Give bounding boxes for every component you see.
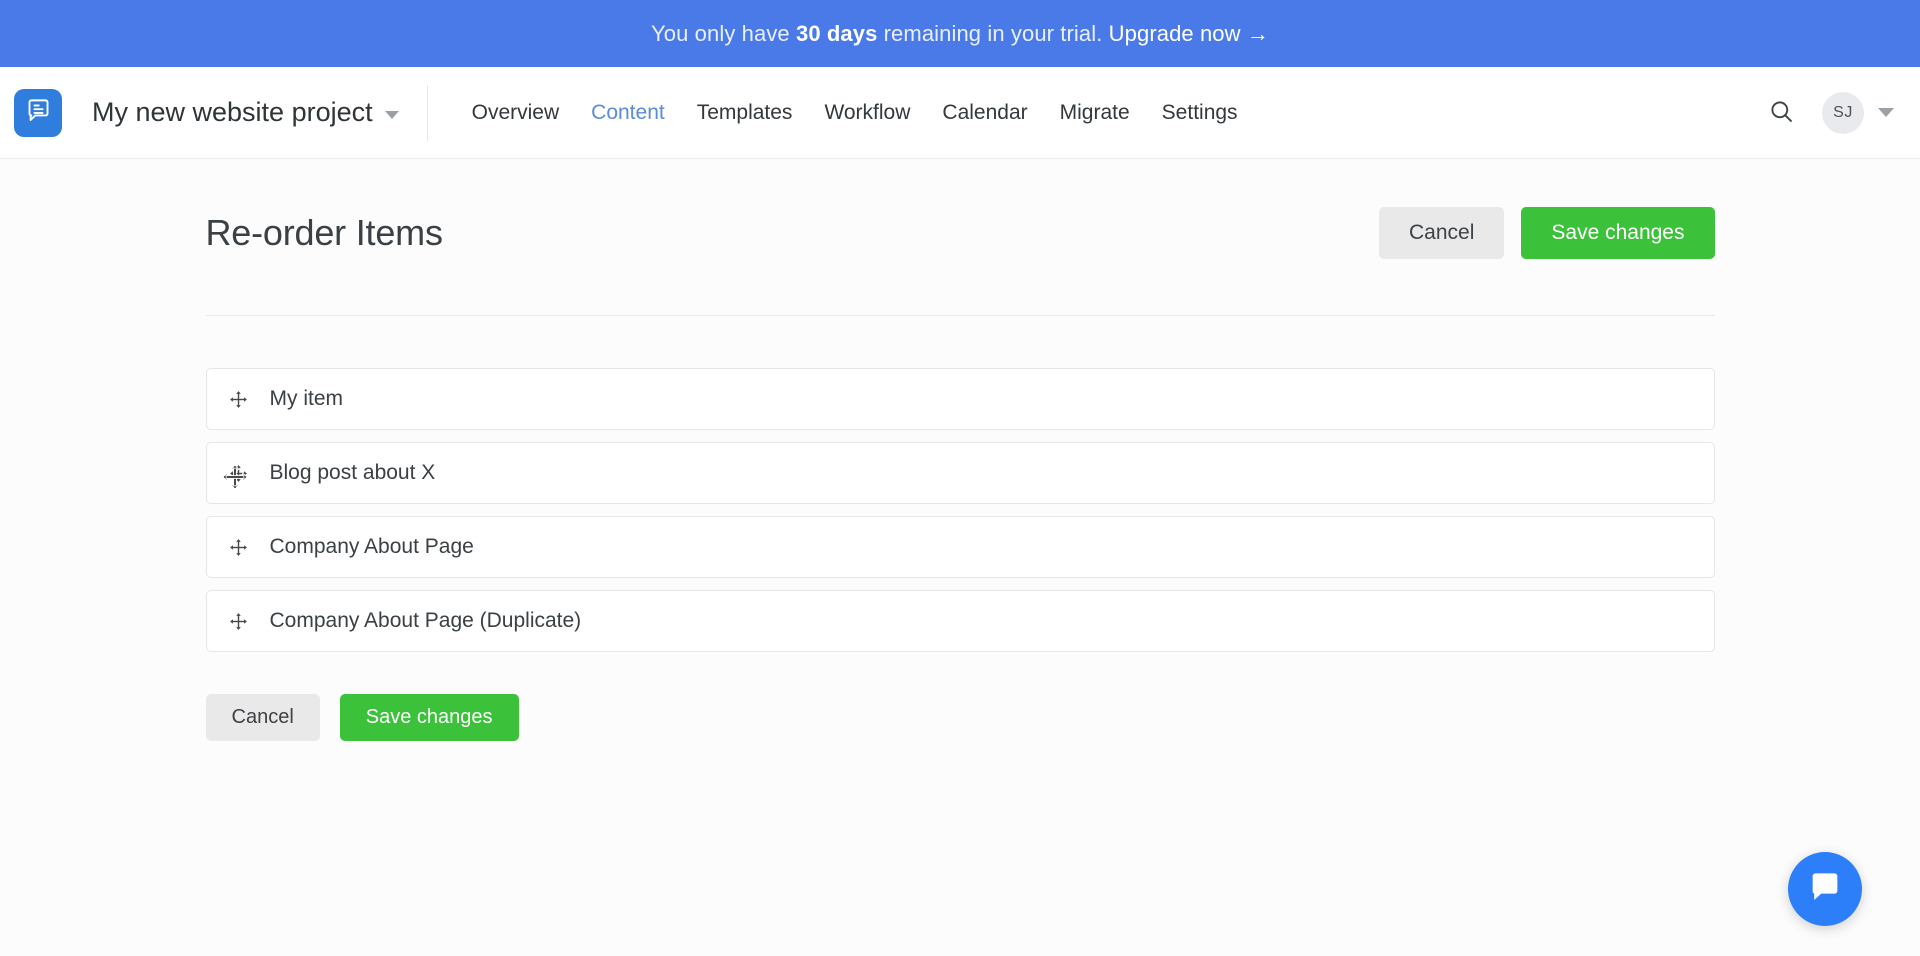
chat-bubble-icon [1806, 868, 1844, 911]
avatar[interactable]: SJ [1822, 91, 1864, 134]
nav-item-content[interactable]: Content [575, 93, 681, 133]
search-button[interactable] [1764, 96, 1798, 130]
cancel-button-bottom[interactable]: Cancel [205, 694, 320, 741]
header-actions: SJ [1764, 91, 1894, 134]
list-item-label: Company About Page (Duplicate) [269, 609, 582, 632]
save-changes-button-top[interactable]: Save changes [1521, 207, 1715, 259]
chevron-down-icon[interactable] [1878, 108, 1894, 117]
list-item-label: My item [269, 387, 344, 410]
main-nav: Overview Content Templates Workflow Cale… [456, 93, 1254, 133]
cancel-button-top[interactable]: Cancel [1379, 207, 1505, 259]
bottom-action-buttons: Cancel Save changes [205, 694, 1715, 741]
trial-banner-prefix: You only have [651, 20, 796, 46]
page-header: Re-order Items Cancel Save changes [206, 159, 1715, 259]
chevron-down-icon [384, 110, 399, 119]
nav-item-workflow[interactable]: Workflow [808, 93, 926, 133]
list-item-label: Blog post about X [269, 461, 436, 484]
project-switcher[interactable]: My new website project [92, 97, 399, 128]
nav-item-migrate[interactable]: Migrate [1044, 93, 1146, 133]
trial-banner-days: 30 days [795, 20, 878, 46]
list-item[interactable]: My item [205, 368, 1715, 430]
list-item[interactable]: Blog post about X [205, 442, 1715, 504]
app-header: My new website project Overview Content … [0, 67, 1920, 159]
project-name: My new website project [92, 97, 373, 127]
content-container: Re-order Items Cancel Save changes My it… [173, 159, 1748, 741]
drag-move-icon[interactable] [228, 388, 250, 410]
nav-item-settings[interactable]: Settings [1146, 93, 1254, 133]
main-content: Re-order Items Cancel Save changes My it… [0, 159, 1920, 956]
drag-move-icon[interactable] [228, 462, 250, 484]
document-logo-icon [25, 97, 52, 129]
list-item[interactable]: Company About Page (Duplicate) [205, 590, 1715, 652]
save-changes-button-bottom[interactable]: Save changes [339, 694, 519, 741]
page-title: Re-order Items [205, 212, 443, 253]
list-item-label: Company About Page [269, 535, 474, 558]
chat-launcher-button[interactable] [1788, 852, 1862, 926]
trial-banner-suffix: remaining in your trial. [877, 20, 1109, 46]
search-icon [1768, 98, 1795, 128]
trial-banner: You only have 30 days remaining in your … [0, 0, 1920, 67]
list-item[interactable]: Company About Page [205, 516, 1715, 578]
drag-move-icon[interactable] [228, 536, 250, 558]
page-action-buttons: Cancel Save changes [1379, 207, 1715, 259]
drag-move-icon[interactable] [228, 610, 250, 632]
header-rule [205, 315, 1715, 316]
nav-item-templates[interactable]: Templates [681, 93, 809, 133]
header-divider [426, 84, 428, 141]
reorder-list: My item Blog post about X Company About … [205, 368, 1715, 652]
app-logo[interactable] [14, 88, 62, 137]
nav-item-overview[interactable]: Overview [456, 93, 576, 133]
upgrade-now-link[interactable]: Upgrade now → [1109, 21, 1269, 47]
nav-item-calendar[interactable]: Calendar [926, 93, 1043, 133]
avatar-initials: SJ [1833, 103, 1853, 121]
